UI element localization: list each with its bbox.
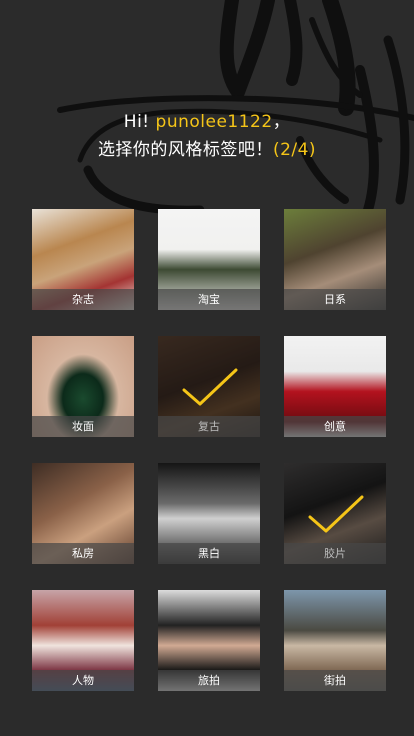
username: punolee1122 (155, 112, 273, 132)
tag-label: 淘宝 (158, 289, 260, 310)
style-tag-tile[interactable]: 黑白 (158, 463, 260, 564)
tag-label: 黑白 (158, 543, 260, 564)
style-tag-tile-selected[interactable]: 复古 (158, 336, 260, 437)
greeting-text: Hi! (123, 112, 150, 132)
check-icon (182, 368, 238, 406)
style-tag-tile[interactable]: 淘宝 (158, 209, 260, 310)
style-tag-tile[interactable]: 街拍 (284, 590, 386, 691)
style-tag-tile[interactable]: 日系 (284, 209, 386, 310)
style-tag-tile[interactable]: 妆面 (32, 336, 134, 437)
style-tag-tile[interactable]: 创意 (284, 336, 386, 437)
style-tag-tile[interactable]: 私房 (32, 463, 134, 564)
tag-label: 创意 (284, 416, 386, 437)
style-tag-grid: 杂志 淘宝 日系 妆面 复古 创意 私房 黑白 胶片 人物 旅拍 街拍 (32, 209, 386, 691)
tag-label: 复古 (158, 416, 260, 437)
tag-label: 日系 (284, 289, 386, 310)
style-tag-tile[interactable]: 旅拍 (158, 590, 260, 691)
style-tag-tile[interactable]: 杂志 (32, 209, 134, 310)
tag-label: 街拍 (284, 670, 386, 691)
greeting-line: Hi! punolee1122， (0, 108, 414, 136)
check-icon (308, 495, 364, 533)
prompt-text: 选择你的风格标签吧！ (97, 140, 273, 160)
tag-label: 人物 (32, 670, 134, 691)
tag-label: 胶片 (284, 543, 386, 564)
greeting-comma: ， (272, 112, 291, 132)
prompt-line: 选择你的风格标签吧！(2/4) (0, 136, 414, 164)
tag-label: 私房 (32, 543, 134, 564)
tag-label: 妆面 (32, 416, 134, 437)
heading: Hi! punolee1122， 选择你的风格标签吧！(2/4) (0, 108, 414, 164)
style-tag-tile-selected[interactable]: 胶片 (284, 463, 386, 564)
step-indicator: (2/4) (272, 140, 317, 160)
tag-label: 旅拍 (158, 670, 260, 691)
style-tag-tile[interactable]: 人物 (32, 590, 134, 691)
tag-label: 杂志 (32, 289, 134, 310)
